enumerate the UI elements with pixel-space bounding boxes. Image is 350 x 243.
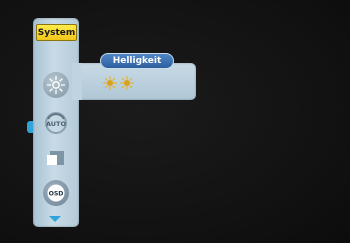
auto-icon: AUTO xyxy=(45,112,67,134)
sun-level-icon xyxy=(103,76,117,90)
menu-item-osd[interactable]: OSD xyxy=(43,180,69,206)
sun-level-icon xyxy=(120,76,134,90)
sun-icon xyxy=(46,75,66,95)
scroll-down-icon[interactable] xyxy=(49,216,61,222)
system-tab[interactable]: System xyxy=(36,24,77,41)
osd-icon: OSD xyxy=(47,184,65,202)
square-icon xyxy=(47,151,64,165)
panel-joint xyxy=(72,63,82,100)
svg-text:AUTO: AUTO xyxy=(46,120,67,128)
selection-marker xyxy=(27,121,33,133)
menu-item-brightness[interactable] xyxy=(43,72,69,98)
menu-item-auto[interactable]: AUTO xyxy=(43,110,69,136)
brightness-title: Helligkeit xyxy=(100,53,174,69)
svg-text:OSD: OSD xyxy=(49,191,64,198)
menu-item-picture[interactable] xyxy=(43,145,69,171)
brightness-level-indicator[interactable] xyxy=(103,76,137,92)
